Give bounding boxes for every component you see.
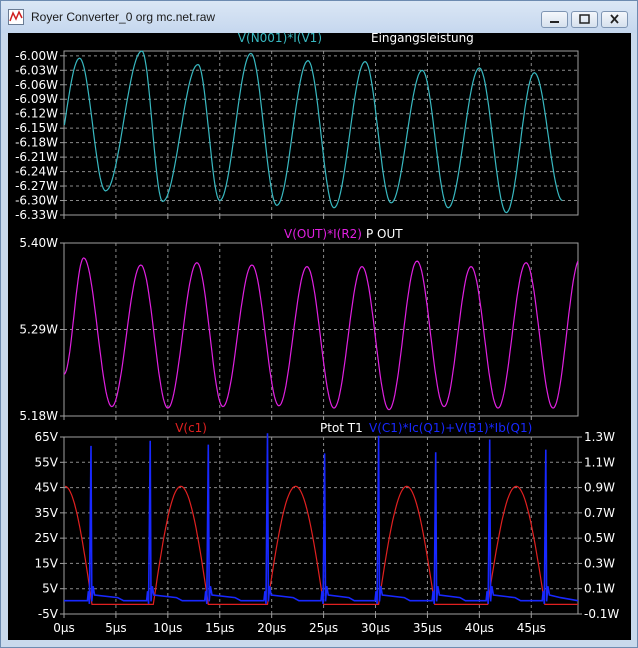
pane3-y-tick-label-right: 0.7W	[584, 506, 615, 520]
pane1-y-tick-label: -6.21W	[15, 150, 58, 164]
pane3-y-tick-label-right: -0.1W	[584, 607, 619, 621]
pane3-red-series-line	[64, 485, 578, 606]
x-tick-label: 25µs	[309, 621, 338, 635]
pane1-title: Eingangsleistung	[371, 31, 474, 45]
pane2-y-tick-label: 5.18W	[19, 409, 58, 423]
pane2-trace-label[interactable]: V(OUT)*I(R2)	[284, 227, 362, 241]
x-tick-label: 10µs	[153, 621, 182, 635]
x-tick-label: 40µs	[465, 621, 494, 635]
pane1-y-tick-label: -6.00W	[15, 49, 58, 63]
pane1-y-tick-label: -6.33W	[15, 208, 58, 222]
pane3-right-trace-label[interactable]: V(C1)*Ic(Q1)+V(B1)*Ib(Q1)	[369, 421, 532, 435]
waveform-plots: V(N001)*I(V1) Eingangsleistung V(OUT)*I(…	[15, 31, 619, 635]
pane3-y-tick-label-left: 65V	[35, 430, 59, 444]
pane2-title: P OUT	[366, 227, 403, 241]
pane3-y-tick-label-right: 1.3W	[584, 430, 615, 444]
pane2-y-tick-label: 5.40W	[19, 236, 58, 250]
pane3-y-tick-label-right: 0.1W	[584, 582, 615, 596]
pane3-y-tick-label-left: -5V	[38, 607, 59, 621]
pane1-trace-label[interactable]: V(N001)*I(V1)	[238, 31, 322, 45]
x-tick-label: 45µs	[517, 621, 546, 635]
pane1-y-tick-label: -6.24W	[15, 165, 58, 179]
pane3-y-tick-label-right: 0.9W	[584, 481, 615, 495]
x-tick-label: 20µs	[257, 621, 286, 635]
pane3-y-tick-label-right: 0.5W	[584, 531, 615, 545]
pane1-y-tick-label: -6.18W	[15, 136, 58, 150]
pane3-y-tick-label-left: 15V	[35, 556, 59, 570]
pane3-y-tick-label-left: 55V	[35, 455, 59, 469]
pane1-y-tick-label: -6.09W	[15, 92, 58, 106]
pane3-y-tick-label-left: 45V	[35, 481, 59, 495]
pane1-y-tick-label: -6.30W	[15, 194, 58, 208]
x-tick-label: 15µs	[205, 621, 234, 635]
pane3-y-tick-label-left: 5V	[42, 582, 59, 596]
x-tick-label: 0µs	[53, 621, 75, 635]
pane1-cyan-series-line	[63, 50, 563, 214]
pane1-y-tick-label: -6.27W	[15, 179, 58, 193]
pane3-y-tick-label-left: 25V	[35, 531, 59, 545]
pane3-left-trace-label[interactable]: V(c1)	[175, 421, 207, 435]
x-tick-label: 30µs	[361, 621, 390, 635]
pane1-y-tick-label: -6.06W	[15, 78, 58, 92]
pane3-blue-series-line	[64, 433, 579, 604]
pane2-magenta-series-line	[63, 257, 579, 411]
pane2-frame	[63, 242, 579, 417]
pane3-y-tick-label-right: 0.3W	[584, 556, 615, 570]
pane2-y-tick-label: 5.29W	[19, 323, 58, 337]
x-tick-label: 35µs	[413, 621, 442, 635]
x-tick-label: 5µs	[105, 621, 127, 635]
pane1-y-tick-label: -6.03W	[15, 63, 58, 77]
pane3-y-tick-label-left: 35V	[35, 506, 59, 520]
pane3-y-tick-label-right: 1.1W	[584, 455, 615, 469]
pane3-title: Ptot T1	[320, 421, 363, 435]
pane1-y-tick-label: -6.12W	[15, 107, 58, 121]
pane1-y-tick-label: -6.15W	[15, 121, 58, 135]
